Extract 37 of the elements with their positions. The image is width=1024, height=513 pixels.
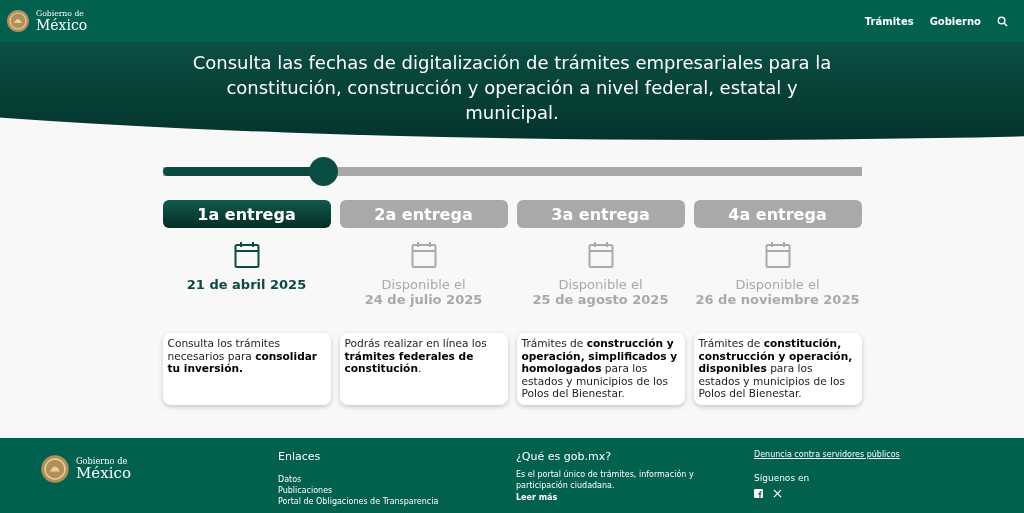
delivery-tab[interactable]: 1a entrega — [162, 200, 331, 228]
logo-caption: Gobierno de — [76, 457, 128, 466]
nav-link[interactable]: Gobierno — [929, 15, 981, 27]
follow-label: Síguenos en — [754, 473, 811, 483]
delivery-date: 25 de agosto 2025 — [532, 292, 669, 307]
section-heading: ¿Qué es gob.mx? — [516, 450, 612, 463]
search-icon[interactable] — [997, 15, 1008, 27]
calendar-icon — [587, 241, 614, 269]
availability-label: Disponible el — [557, 277, 644, 292]
section-heading: Enlaces — [278, 450, 322, 463]
availability-label: Disponible el — [734, 277, 821, 292]
seal-icon — [6, 9, 30, 33]
delivery-date: 26 de noviembre 2025 — [695, 292, 860, 307]
logo-title: México — [36, 17, 88, 32]
description-card: Trámites de constitución, construcción y operación, disponibles para los estados y municipios de los Polos del Bienestar. — [693, 333, 862, 405]
delivery-date: 21 de abril 2025 — [186, 277, 307, 292]
report-link[interactable]: Denuncia contra servidores públicos — [754, 450, 1024, 459]
description-card: Trámites de construcción y operación, simplificados y homologados para los estados y municipios de los Polos del Bienestar. — [516, 333, 685, 405]
footer-link[interactable]: Publicaciones — [278, 486, 516, 495]
hero-text: Consulta las fechas de digitalización de trámites empresariales para la constitución, construcción y operación a nivel federal, estatal y municipal. — [192, 51, 832, 125]
description-card: Podrás realizar en línea los trámites federales de constitución. — [339, 333, 508, 405]
description-card: Consulta los trámites necesarios para consolidar tu inversión. — [162, 333, 331, 405]
x-icon[interactable] — [773, 489, 782, 498]
read-more-link[interactable]: Leer más — [516, 493, 754, 502]
logo-title: México — [76, 465, 131, 481]
calendar-icon — [233, 241, 260, 269]
availability-label: Disponible el — [380, 277, 467, 292]
seal-icon — [40, 454, 70, 484]
footer-link[interactable]: Portal de Obligaciones de Transparencia — [278, 497, 516, 506]
nav-link[interactable]: Trámites — [864, 15, 914, 27]
about-text: Es el portal único de trámites, información y participación ciudadana. — [516, 469, 695, 491]
delivery-date: 24 de julio 2025 — [364, 292, 483, 307]
slider-thumb[interactable] — [309, 157, 339, 186]
calendar-icon — [410, 241, 437, 269]
footer-link[interactable]: Datos — [278, 475, 516, 484]
calendar-icon — [764, 241, 791, 269]
facebook-icon[interactable] — [754, 489, 763, 498]
